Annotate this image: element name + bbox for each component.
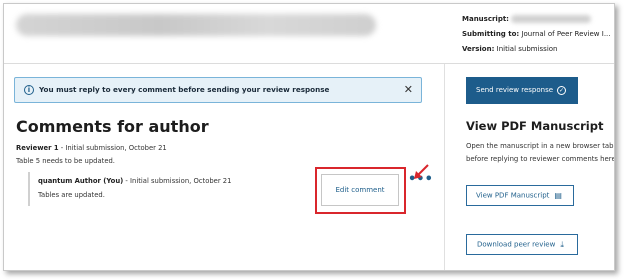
view-pdf-heading: View PDF Manuscript: [466, 119, 604, 133]
page-header: Manuscript: Submitting to: Journal of Pe…: [4, 4, 614, 64]
author-reply-meta: quantum Author (You) - Initial submissio…: [38, 177, 232, 185]
reply-indent-bar: [28, 172, 30, 206]
view-pdf-manuscript-button[interactable]: View PDF Manuscript ▤: [466, 185, 574, 206]
send-review-response-button[interactable]: Send review response ✓: [466, 77, 578, 104]
document-icon: ▤: [554, 191, 562, 200]
manuscript-meta: Manuscript: Submitting to: Journal of Pe…: [462, 12, 611, 57]
reviewer-comment-meta: Reviewer 1 - Initial submission, October…: [16, 144, 167, 152]
reviewer-submission-info: Initial submission, October 21: [65, 144, 167, 152]
author-submission-info: Initial submission, October 21: [130, 177, 232, 185]
redacted-title: [16, 14, 376, 36]
download-icon: ⤓: [560, 240, 564, 249]
info-icon: i: [24, 85, 34, 95]
check-circle-icon: ✓: [557, 85, 567, 95]
app-window: Manuscript: Submitting to: Journal of Pe…: [3, 3, 615, 271]
author-reply-text: Tables are updated.: [38, 191, 105, 199]
reviewer-comment-text: Table 5 needs to be updated.: [16, 157, 115, 165]
reviewer-name: Reviewer 1: [16, 144, 59, 152]
column-divider: [444, 64, 445, 270]
view-pdf-description: Open the manuscript in a new browser tab…: [466, 142, 615, 163]
download-peer-review-button[interactable]: Download peer review ⤓: [466, 234, 578, 255]
reply-required-alert: i You must reply to every comment before…: [14, 77, 422, 103]
edit-comment-button[interactable]: Edit comment: [321, 174, 399, 206]
meta-submitting-to: Submitting to: Journal of Peer Review I.…: [462, 30, 611, 38]
close-icon[interactable]: ✕: [404, 83, 413, 96]
alert-text: You must reply to every comment before s…: [39, 85, 330, 94]
annotation-arrow-icon: [414, 164, 429, 179]
comments-heading: Comments for author: [16, 117, 209, 136]
author-name: quantum Author (You): [38, 177, 124, 185]
meta-manuscript: Manuscript:: [462, 12, 611, 27]
redacted-manuscript-value: [511, 15, 592, 23]
meta-version: Version: Initial submission: [462, 45, 558, 53]
